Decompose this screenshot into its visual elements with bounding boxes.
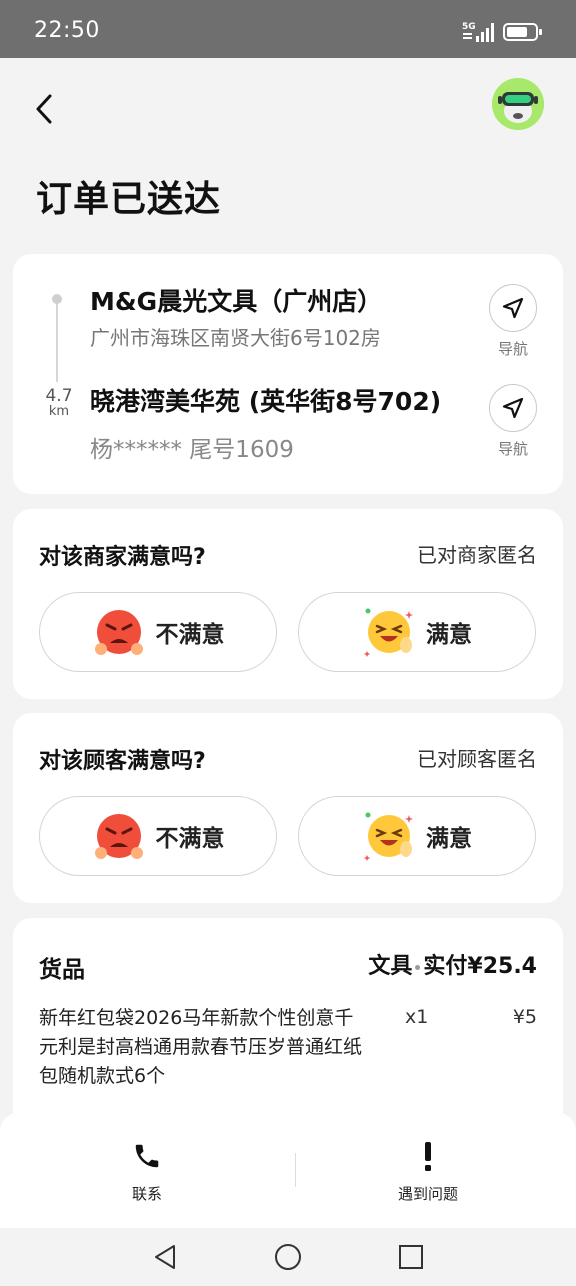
- chevron-left-icon: [36, 94, 52, 124]
- distance: 4.7 km: [39, 386, 79, 419]
- satisfied-label: 满意: [426, 622, 472, 648]
- goods-category: 文具: [368, 954, 413, 979]
- merchant-anonymous-toggle[interactable]: 已对商家匿名: [417, 539, 537, 568]
- item-name: 新年红包袋2026马年新款个性创意千元利是封高档通用款春节压岁普通红纸包随机款式…: [39, 1007, 363, 1087]
- page-title: 订单已送达: [36, 179, 222, 220]
- navigate-label: 导航: [497, 440, 528, 458]
- separator-dot: [415, 964, 421, 970]
- signal-5g-icon: 5G: [462, 22, 494, 42]
- item-price: ¥5: [512, 1006, 537, 1028]
- dropoff-name: 晓港湾美华苑 (英华街8号702): [90, 387, 442, 416]
- route-card: 4.7 km M&G晨光文具（广州店） 广州市海珠区南贤大街6号102房 晓港湾…: [13, 254, 563, 494]
- exclamation-icon: [425, 1142, 431, 1171]
- distance-unit: km: [48, 404, 70, 419]
- navigation-arrow-icon: [502, 397, 524, 419]
- dissatisfied-label: 不满意: [155, 826, 225, 852]
- merchant-rating-card: 对该商家满意吗? 已对商家匿名 不满意 满意: [13, 509, 563, 699]
- status-bar: 22:50 5G: [0, 0, 576, 58]
- home-circle-icon[interactable]: [273, 1242, 303, 1272]
- navigation-arrow-icon: [502, 297, 524, 319]
- satisfied-label: 满意: [426, 826, 472, 852]
- avatar[interactable]: [492, 78, 544, 130]
- pickup-navigate-button[interactable]: 导航: [489, 284, 537, 359]
- report-problem-button[interactable]: 遇到问题: [348, 1139, 508, 1204]
- pickup-name: M&G晨光文具（广州店）: [90, 287, 383, 316]
- contact-label: 联系: [131, 1185, 162, 1203]
- goods-title: 货品: [39, 957, 85, 983]
- recents-square-icon[interactable]: [396, 1242, 426, 1272]
- phone-icon: [135, 1144, 159, 1168]
- customer-question: 对该顾客满意吗?: [39, 749, 206, 774]
- dropoff-navigate-button[interactable]: 导航: [489, 384, 537, 459]
- goods-card: 货品 文具 实付¥25.4 新年红包袋2026马年新款个性创意千元利是封高档通用款…: [13, 918, 563, 1118]
- angry-face-icon: [94, 610, 143, 655]
- dissatisfied-label: 不满意: [155, 622, 225, 648]
- status-time: 22:50: [34, 18, 100, 43]
- customer-satisfied-button[interactable]: 满意: [298, 796, 536, 876]
- goods-total: 实付¥25.4: [423, 954, 537, 979]
- merchant-dissatisfied-button[interactable]: 不满意: [39, 592, 277, 672]
- back-triangle-icon[interactable]: [150, 1242, 180, 1272]
- happy-face-icon: [364, 812, 413, 861]
- angry-face-icon: [94, 814, 143, 859]
- system-navigation-bar: [0, 1228, 576, 1286]
- pickup-address: 广州市海珠区南贤大街6号102房: [90, 326, 381, 350]
- network-label: 5G: [462, 22, 476, 32]
- contact-button[interactable]: 联系: [67, 1139, 227, 1204]
- robot-avatar-icon: [492, 78, 544, 130]
- merchant-satisfied-button[interactable]: 满意: [298, 592, 536, 672]
- back-button[interactable]: [30, 90, 64, 128]
- happy-face-icon: [364, 608, 413, 657]
- merchant-question: 对该商家满意吗?: [39, 545, 206, 570]
- battery-icon: [503, 23, 542, 41]
- report-problem-label: 遇到问题: [397, 1185, 458, 1203]
- item-quantity: x1: [405, 1006, 429, 1028]
- pickup-dot: [52, 294, 62, 304]
- dropoff-customer: 杨****** 尾号1609: [90, 437, 294, 463]
- customer-dissatisfied-button[interactable]: 不满意: [39, 796, 277, 876]
- bottom-action-bar: 联系 遇到问题: [0, 1113, 576, 1228]
- divider: [295, 1153, 296, 1187]
- customer-anonymous-toggle[interactable]: 已对顾客匿名: [417, 743, 537, 772]
- navigate-label: 导航: [497, 340, 528, 358]
- customer-rating-card: 对该顾客满意吗? 已对顾客匿名 不满意 满意: [13, 713, 563, 903]
- route-line: [56, 296, 58, 382]
- distance-value: 4.7: [45, 386, 73, 406]
- goods-summary: 文具 实付¥25.4: [368, 948, 537, 980]
